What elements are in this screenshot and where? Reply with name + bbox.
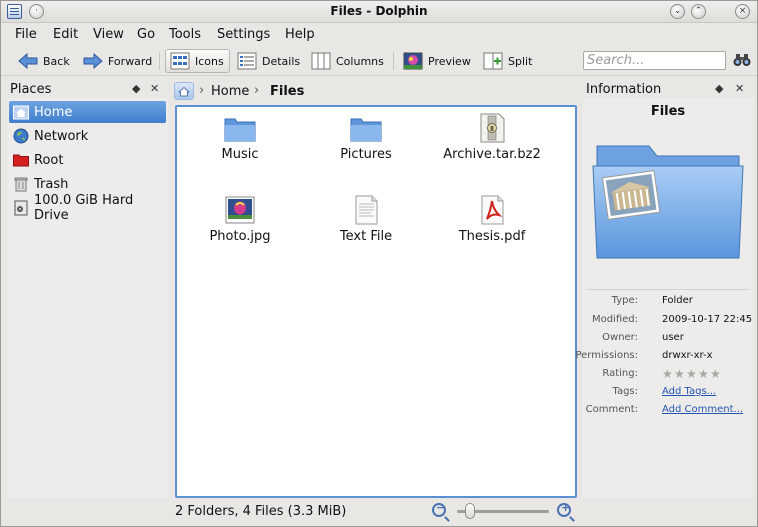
binoculars-icon[interactable] bbox=[733, 52, 751, 68]
pdf-icon bbox=[475, 195, 509, 225]
columns-view-button[interactable]: Columns bbox=[307, 49, 388, 73]
red-folder-icon bbox=[13, 152, 29, 168]
information-panel: Files Type: Folder Modified: 2009-10-17 … bbox=[575, 98, 753, 498]
place-root[interactable]: Root bbox=[9, 149, 166, 171]
menu-edit[interactable]: Edit bbox=[53, 27, 78, 42]
forward-arrow-icon bbox=[83, 52, 103, 70]
preview-button[interactable]: Preview bbox=[399, 49, 475, 73]
search-input[interactable]: Search... bbox=[583, 51, 726, 70]
add-comment-link[interactable]: Add Comment... bbox=[662, 404, 743, 415]
close-panel-icon[interactable]: ✕ bbox=[735, 82, 744, 95]
preview-icon bbox=[403, 52, 423, 70]
columns-view-icon bbox=[311, 52, 331, 70]
zoom-out-icon[interactable]: − bbox=[432, 501, 446, 517]
star-icon[interactable]: ★ bbox=[674, 368, 686, 380]
folder-icon bbox=[349, 113, 383, 143]
file-item[interactable]: Music bbox=[177, 113, 303, 162]
meta-rating: Rating: ★★★★★ bbox=[602, 367, 722, 381]
menu-bar: File Edit View Go Tools Settings Help bbox=[1, 24, 757, 45]
meta-tags: Tags: Add Tags... bbox=[612, 386, 717, 397]
file-item[interactable]: Photo.jpg bbox=[177, 195, 303, 244]
meta-permissions: Permissions: drwxr-xr-x bbox=[575, 350, 713, 361]
home-icon bbox=[13, 104, 29, 120]
image-icon bbox=[223, 195, 257, 225]
star-icon[interactable]: ★ bbox=[662, 368, 674, 380]
menu-tools[interactable]: Tools bbox=[169, 27, 201, 42]
info-title: Information bbox=[586, 82, 662, 97]
breadcrumb-current: Files bbox=[270, 84, 305, 99]
folder-icon bbox=[223, 113, 257, 143]
split-icon bbox=[483, 52, 503, 70]
menu-go[interactable]: Go bbox=[137, 27, 155, 42]
meta-modified: Modified: 2009-10-17 22:45 bbox=[591, 314, 753, 325]
title-bar: · Files - Dolphin ⌄ ⌃ × bbox=[1, 1, 757, 23]
file-item[interactable]: Archive.tar.bz2 bbox=[429, 113, 555, 162]
file-item[interactable]: Pictures bbox=[303, 113, 429, 162]
split-button[interactable]: Split bbox=[479, 49, 536, 73]
window-title: Files - Dolphin bbox=[330, 4, 428, 18]
info-panel-header: Information ◆ ✕ bbox=[583, 80, 753, 100]
forward-button[interactable]: Forward bbox=[79, 49, 156, 73]
add-tags-link[interactable]: Add Tags... bbox=[662, 386, 716, 397]
status-text: 2 Folders, 4 Files (3.3 MiB) bbox=[175, 504, 347, 519]
dolphin-window: · Files - Dolphin ⌄ ⌃ × File Edit View G… bbox=[0, 0, 758, 527]
breadcrumb-separator: › bbox=[199, 83, 205, 98]
text-file-icon bbox=[349, 195, 383, 225]
undock-icon[interactable]: ◆ bbox=[132, 82, 140, 95]
close-panel-icon[interactable]: ✕ bbox=[150, 82, 159, 95]
minimize-button[interactable]: ⌄ bbox=[670, 4, 685, 19]
places-panel-header: Places ◆ ✕ bbox=[7, 80, 168, 100]
place-home[interactable]: Home bbox=[9, 101, 166, 123]
places-title: Places bbox=[10, 82, 52, 97]
maximize-button[interactable]: ⌃ bbox=[691, 4, 706, 19]
undock-icon[interactable]: ◆ bbox=[715, 82, 723, 95]
details-view-button[interactable]: Details bbox=[233, 49, 304, 73]
star-icon[interactable]: ★ bbox=[686, 368, 698, 380]
menu-view[interactable]: View bbox=[93, 27, 124, 42]
icons-view-button[interactable]: Icons bbox=[165, 49, 230, 73]
breadcrumb-home-icon[interactable] bbox=[174, 82, 194, 100]
folder-preview-icon bbox=[589, 138, 747, 262]
globe-icon bbox=[13, 128, 29, 144]
back-arrow-icon bbox=[18, 52, 38, 70]
file-item[interactable]: Thesis.pdf bbox=[429, 195, 555, 244]
info-divider bbox=[587, 289, 749, 290]
drive-icon bbox=[13, 200, 29, 216]
star-icon[interactable]: ★ bbox=[710, 368, 722, 380]
breadcrumb: › Home › Files bbox=[173, 81, 577, 101]
breadcrumb-separator: › bbox=[254, 83, 260, 98]
menu-settings[interactable]: Settings bbox=[217, 27, 270, 42]
place-network[interactable]: Network bbox=[9, 125, 166, 147]
archive-icon bbox=[475, 113, 509, 143]
meta-comment: Comment: Add Comment... bbox=[585, 404, 744, 415]
meta-type: Type: Folder bbox=[611, 295, 693, 306]
icons-view-icon bbox=[170, 52, 190, 70]
info-item-name: Files bbox=[650, 104, 686, 119]
star-icon[interactable]: ★ bbox=[698, 368, 710, 380]
place-hard-drive[interactable]: 100.0 GiB Hard Drive bbox=[9, 193, 166, 223]
file-item[interactable]: Text File bbox=[303, 195, 429, 244]
rating-stars[interactable]: ★★★★★ bbox=[662, 368, 722, 381]
details-view-icon bbox=[237, 52, 257, 70]
menu-file[interactable]: File bbox=[15, 27, 37, 42]
file-icon-view[interactable]: Music Pictures Archive.tar.bz2 Photo.jpg… bbox=[175, 105, 577, 498]
menu-help[interactable]: Help bbox=[285, 27, 315, 42]
back-button[interactable]: Back bbox=[14, 49, 74, 73]
zoom-in-icon[interactable]: + bbox=[557, 501, 571, 517]
place-trash[interactable]: Trash bbox=[9, 173, 166, 195]
meta-owner: Owner: user bbox=[602, 332, 684, 343]
close-button[interactable]: × bbox=[735, 4, 750, 19]
trash-icon bbox=[13, 176, 29, 192]
zoom-slider-handle[interactable] bbox=[465, 503, 475, 519]
places-panel: Home Network Root Trash 100.0 GiB Hard D… bbox=[7, 98, 168, 498]
breadcrumb-home[interactable]: Home bbox=[211, 84, 249, 99]
